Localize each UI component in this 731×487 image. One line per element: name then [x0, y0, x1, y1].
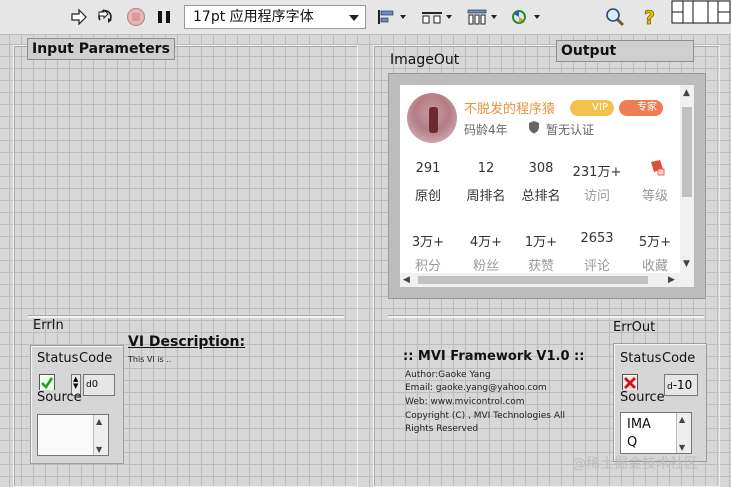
scroll-down-icon[interactable]: ▼ — [683, 259, 690, 269]
image-viewport[interactable]: 不脱发的程序猿 VIP 专家 码龄4年 暂无认证 291 12 308 231万… — [400, 85, 694, 287]
code-label: Code — [79, 351, 113, 366]
abort-icon[interactable] — [125, 6, 147, 28]
pro-badge: 专家 — [619, 100, 663, 116]
errout-cluster[interactable]: Status Code d-10 Source IMA Q ▲ ▼ — [613, 343, 707, 462]
stat-value: 291 — [415, 161, 441, 176]
source-value: Q — [627, 435, 638, 450]
stat-label: 周排名 — [466, 189, 506, 204]
stat-value: 4万+ — [469, 235, 503, 250]
font-select-value: 17pt 应用程序字体 — [193, 9, 314, 25]
stat-label: 原创 — [414, 189, 441, 204]
scroll-up-icon[interactable]: ▲ — [96, 417, 102, 427]
code-field: d-10 — [664, 374, 698, 396]
toolbar: 17pt 应用程序字体 ? — [0, 0, 731, 35]
scroll-down-icon[interactable]: ▼ — [96, 445, 102, 455]
status-indicator — [622, 374, 638, 390]
source-field[interactable]: ▲ ▼ — [37, 414, 109, 456]
source-scrollbar[interactable]: ▲ ▼ — [93, 415, 108, 455]
scroll-up-icon[interactable]: ▲ — [683, 88, 690, 98]
avatar — [407, 93, 457, 143]
certification: 暂无认证 — [546, 123, 595, 137]
stat-label: 评论 — [583, 259, 610, 274]
status-checkbox[interactable] — [39, 374, 55, 390]
code-label: Code — [662, 351, 696, 366]
align-objects-icon[interactable] — [376, 7, 406, 27]
mvi-web: Web: www.mvicontrol.com — [405, 397, 525, 407]
profile-name: 不脱发的程序猿 — [464, 102, 556, 117]
stat-value: 231万+ — [572, 165, 622, 180]
scroll-left-icon[interactable]: ◀ — [403, 275, 410, 285]
level-icon — [632, 159, 682, 181]
errin-cluster[interactable]: Status Code ▲ ▼ d0 Source ▲ ▼ — [30, 345, 124, 464]
run-arrow-icon[interactable] — [68, 6, 90, 28]
mvi-author: Author:Gaoke Yang — [405, 370, 491, 380]
errin-label: ErrIn — [33, 318, 64, 333]
stat-value: 308 — [528, 161, 554, 176]
resize-objects-icon[interactable] — [465, 7, 497, 27]
stat-value: 2653 — [580, 231, 614, 246]
mvi-copyright: Copyright (C) , MVI Technologies All — [405, 411, 565, 421]
code-value: 0 — [91, 379, 99, 390]
vip-badge: VIP — [570, 100, 614, 116]
pause-icon[interactable] — [153, 6, 175, 28]
error-x-icon — [623, 376, 637, 390]
horizontal-scrollbar[interactable]: ◀ ▶ — [400, 273, 694, 287]
scroll-thumb[interactable] — [418, 276, 648, 284]
stat-value: 1万+ — [524, 235, 558, 250]
stat-label: 收藏 — [641, 259, 668, 274]
check-icon — [40, 376, 54, 390]
mvi-title: :: MVI Framework V1.0 :: — [403, 349, 585, 364]
pro-badge-text: 专家 — [637, 102, 657, 113]
distribute-objects-icon[interactable] — [420, 7, 452, 27]
output-label: Output — [556, 40, 694, 62]
coding-age: 码龄4年 — [464, 123, 508, 137]
status-label: Status — [620, 351, 662, 366]
stat-label: 粉丝 — [472, 259, 499, 274]
watermark: @稀土掘金技术社区 — [572, 456, 698, 472]
scroll-right-icon[interactable]: ▶ — [668, 275, 675, 285]
divider — [388, 315, 704, 318]
source-label: Source — [37, 390, 82, 405]
mvi-copyright: Rights Reserved — [405, 424, 479, 434]
stat-label: 获赞 — [527, 259, 554, 274]
help-icon[interactable]: ? — [640, 6, 662, 28]
code-value: -10 — [672, 378, 693, 392]
reorder-icon[interactable] — [510, 7, 540, 27]
stat-value: 5万+ — [638, 235, 672, 250]
source-value: IMA — [627, 417, 651, 432]
run-continuous-icon[interactable] — [95, 6, 117, 28]
imageout-label: ImageOut — [390, 52, 460, 68]
source-field: IMA Q ▲ ▼ — [620, 412, 692, 454]
svg-text:?: ? — [644, 7, 655, 28]
scroll-thumb[interactable] — [682, 107, 692, 197]
source-label: Source — [620, 390, 665, 405]
imageout-display[interactable]: 不脱发的程序猿 VIP 专家 码龄4年 暂无认证 291 12 308 231万… — [388, 73, 706, 299]
scroll-down-icon[interactable]: ▼ — [679, 443, 685, 453]
font-select[interactable]: 17pt 应用程序字体 — [184, 5, 366, 29]
vi-description-body: This VI is .. — [128, 355, 172, 364]
errout-label: ErrOut — [613, 320, 656, 335]
scroll-up-icon[interactable]: ▲ — [679, 415, 685, 425]
stat-label: 等级 — [641, 189, 668, 204]
code-field[interactable]: d0 — [83, 374, 115, 396]
vi-description-title: VI Description: — [128, 334, 246, 350]
input-parameters-label: Input Parameters — [27, 38, 175, 60]
search-icon[interactable] — [604, 6, 626, 28]
divider — [28, 315, 344, 318]
stat-value: 3万+ — [411, 235, 445, 250]
stat-label: 积分 — [414, 259, 441, 274]
vertical-scrollbar[interactable]: ▲ ▼ — [680, 85, 694, 273]
stat-label: 访问 — [583, 189, 610, 204]
source-scrollbar[interactable]: ▲ ▼ — [676, 413, 691, 453]
shield-icon — [528, 121, 540, 137]
status-label: Status — [37, 351, 79, 366]
stat-value: 12 — [477, 161, 495, 176]
chevron-down-icon — [349, 15, 359, 21]
stat-label: 总排名 — [521, 189, 561, 204]
vip-badge-text: VIP — [592, 102, 608, 113]
connector-pane-icon[interactable] — [671, 0, 731, 24]
mvi-email: Email: gaoke.yang@yahoo.com — [405, 383, 547, 393]
